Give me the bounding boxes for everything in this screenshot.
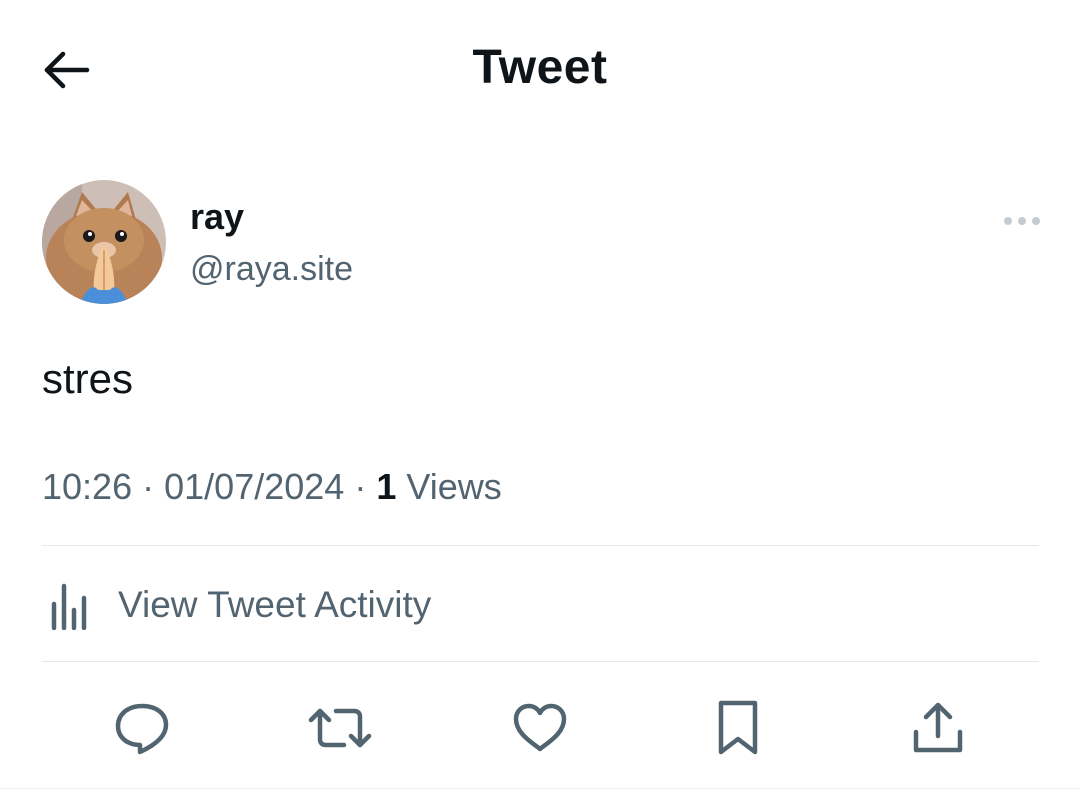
tweet-meta: 10:26 · 01/07/2024 · 1 Views: [42, 466, 502, 508]
more-options-button[interactable]: [998, 206, 1046, 236]
tweet-date: 01/07/2024: [164, 466, 345, 507]
views-count: 1: [376, 466, 397, 507]
retweet-button[interactable]: [308, 696, 372, 760]
more-dots-icon: [1004, 217, 1040, 225]
heart-icon: [513, 703, 567, 752]
tweet-action-bar: [0, 690, 1080, 770]
divider: [0, 788, 1080, 789]
bookmark-button[interactable]: [706, 696, 770, 760]
meta-separator: ·: [142, 466, 155, 507]
meta-separator: ·: [354, 466, 367, 507]
divider: [42, 545, 1039, 546]
tweet-text: stres: [42, 355, 134, 402]
share-button[interactable]: [906, 696, 970, 760]
page-title: Tweet: [472, 41, 608, 94]
like-button[interactable]: [508, 696, 572, 760]
tweet-time: 10:26: [42, 466, 133, 507]
divider: [42, 661, 1039, 662]
bookmark-icon: [718, 700, 758, 755]
speech-bubble-icon: [115, 703, 169, 755]
avatar[interactable]: [42, 180, 166, 304]
author-display-name[interactable]: ray: [190, 196, 244, 238]
view-tweet-activity-button[interactable]: View Tweet Activity: [42, 572, 431, 638]
top-bar: Tweet: [0, 0, 1080, 140]
retweet-arrows-icon: [308, 708, 372, 748]
reply-button[interactable]: [110, 696, 174, 760]
views-label: Views: [406, 466, 502, 507]
view-tweet-activity-label: View Tweet Activity: [118, 584, 432, 625]
cat-praying-avatar: [42, 180, 166, 304]
share-upload-icon: [913, 702, 963, 753]
author-handle[interactable]: @raya.site: [190, 250, 353, 289]
bar-chart-icon: [51, 583, 87, 630]
